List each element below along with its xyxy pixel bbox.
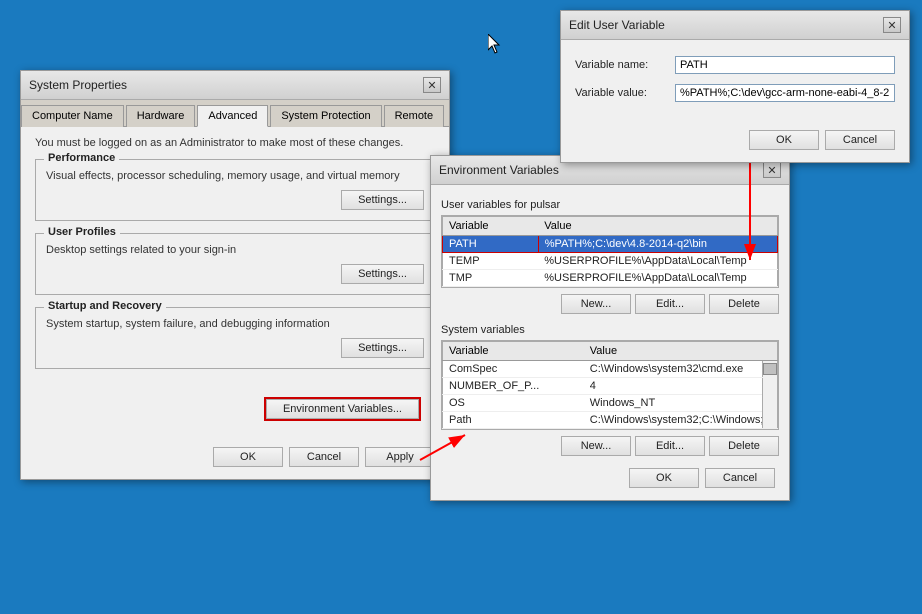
- var-name-label: Variable name:: [575, 59, 675, 71]
- edit-var-spacer2: [561, 112, 909, 122]
- sys-vars-new-button[interactable]: New...: [561, 436, 631, 456]
- sys-var-name-path: Path: [443, 412, 584, 429]
- sys-var-name-comspec: ComSpec: [443, 361, 584, 378]
- sys-var-name-num-proc: NUMBER_OF_P...: [443, 378, 584, 395]
- cursor: [488, 34, 504, 57]
- user-profiles-settings-row: Settings...: [46, 264, 424, 284]
- env-vars-button-row: OK Cancel: [431, 460, 789, 500]
- sys-vars-section-label: System variables: [441, 324, 779, 336]
- system-props-cancel-button[interactable]: Cancel: [289, 447, 359, 467]
- system-props-title: System Properties: [29, 78, 127, 92]
- user-var-name-tmp: TMP: [443, 270, 539, 287]
- tab-system-protection[interactable]: System Protection: [270, 105, 381, 127]
- sys-vars-table: Variable Value ComSpec C:\Windows\system…: [442, 341, 778, 429]
- var-value-label: Variable value:: [575, 87, 675, 99]
- env-vars-content: User variables for pulsar Variable Value…: [431, 185, 789, 460]
- performance-group: Performance Visual effects, processor sc…: [35, 159, 435, 221]
- user-var-row-temp[interactable]: TEMP %USERPROFILE%\AppData\Local\Temp: [443, 253, 778, 270]
- startup-recovery-desc: System startup, system failure, and debu…: [46, 318, 424, 330]
- edit-var-close-button[interactable]: ✕: [883, 17, 901, 33]
- system-props-tabbar: Computer Name Hardware Advanced System P…: [21, 100, 449, 127]
- user-vars-delete-button[interactable]: Delete: [709, 294, 779, 314]
- user-profiles-group: User Profiles Desktop settings related t…: [35, 233, 435, 295]
- env-vars-ok-button[interactable]: OK: [629, 468, 699, 488]
- edit-var-titlebar: Edit User Variable ✕: [561, 11, 909, 40]
- env-vars-title: Environment Variables: [439, 163, 559, 177]
- performance-settings-row: Settings...: [46, 190, 424, 210]
- env-vars-close-button[interactable]: ✕: [763, 162, 781, 178]
- var-name-row: Variable name:: [561, 56, 909, 74]
- sys-var-row-comspec[interactable]: ComSpec C:\Windows\system32\cmd.exe: [443, 361, 778, 378]
- sys-var-val-num-proc: 4: [584, 378, 763, 395]
- user-var-row-tmp[interactable]: TMP %USERPROFILE%\AppData\Local\Temp: [443, 270, 778, 287]
- sys-var-name-os: OS: [443, 395, 584, 412]
- var-name-input[interactable]: [675, 56, 895, 74]
- edit-var-title: Edit User Variable: [569, 18, 665, 32]
- edit-var-button-row: OK Cancel: [561, 122, 909, 162]
- tab-computer-name[interactable]: Computer Name: [21, 105, 124, 127]
- sys-vars-table-scroll: Variable Value ComSpec C:\Windows\system…: [441, 340, 779, 430]
- user-var-name-path: PATH: [443, 236, 539, 253]
- user-vars-section-label: User variables for pulsar: [441, 199, 779, 211]
- sys-vars-delete-button[interactable]: Delete: [709, 436, 779, 456]
- system-properties-dialog: System Properties ✕ Computer Name Hardwa…: [20, 70, 450, 480]
- user-vars-new-button[interactable]: New...: [561, 294, 631, 314]
- user-var-col-header: Variable: [443, 217, 539, 236]
- env-vars-btn-inner[interactable]: Environment Variables...: [266, 399, 419, 419]
- sys-vars-button-row: New... Edit... Delete: [441, 436, 779, 456]
- sys-var-col-header: Variable: [443, 342, 584, 361]
- arrow-indicator: [415, 430, 475, 473]
- edit-var-spacer: [561, 40, 909, 56]
- sys-var-row-os[interactable]: OS Windows_NT: [443, 395, 778, 412]
- var-value-row: Variable value:: [561, 84, 909, 102]
- system-props-button-row: OK Cancel Apply: [21, 439, 449, 479]
- sys-vars-table-wrapper: Variable Value ComSpec C:\Windows\system…: [441, 340, 779, 430]
- system-props-close-button[interactable]: ✕: [423, 77, 441, 93]
- admin-note: You must be logged on as an Administrato…: [35, 137, 435, 149]
- edit-user-var-dialog: Edit User Variable ✕ Variable name: Vari…: [560, 10, 910, 163]
- sys-vars-table-container: Variable Value ComSpec C:\Windows\system…: [441, 340, 779, 430]
- sys-val-col-header: Value: [584, 342, 763, 361]
- user-vars-button-row: New... Edit... Delete: [441, 294, 779, 314]
- sys-vars-edit-button[interactable]: Edit...: [635, 436, 705, 456]
- system-props-titlebar: System Properties ✕: [21, 71, 449, 100]
- sys-scrollbar[interactable]: [763, 361, 778, 429]
- edit-var-ok-button[interactable]: OK: [749, 130, 819, 150]
- user-vars-table: Variable Value PATH %PATH%;C:\dev\4.8-20…: [442, 216, 778, 287]
- sys-var-row-path[interactable]: Path C:\Windows\system32;C:\Windows;C:\.…: [443, 412, 778, 429]
- tab-hardware[interactable]: Hardware: [126, 105, 196, 127]
- system-props-ok-button[interactable]: OK: [213, 447, 283, 467]
- performance-desc: Visual effects, processor scheduling, me…: [46, 170, 424, 182]
- user-profiles-label: User Profiles: [44, 226, 120, 238]
- user-var-name-temp: TEMP: [443, 253, 539, 270]
- performance-settings-button[interactable]: Settings...: [341, 190, 424, 210]
- startup-recovery-settings-button[interactable]: Settings...: [341, 338, 424, 358]
- sys-var-val-comspec: C:\Windows\system32\cmd.exe: [584, 361, 763, 378]
- sys-var-val-path: C:\Windows\system32;C:\Windows;C:\...: [584, 412, 763, 429]
- env-vars-button[interactable]: Environment Variables...: [264, 397, 421, 421]
- user-var-row-path[interactable]: PATH %PATH%;C:\dev\4.8-2014-q2\bin: [443, 236, 778, 253]
- var-value-input[interactable]: [675, 84, 895, 102]
- performance-label: Performance: [44, 152, 119, 164]
- startup-recovery-settings-row: Settings...: [46, 338, 424, 358]
- env-vars-cancel-button[interactable]: Cancel: [705, 468, 775, 488]
- user-profiles-desc: Desktop settings related to your sign-in: [46, 244, 424, 256]
- edit-var-cancel-button[interactable]: Cancel: [825, 130, 895, 150]
- startup-recovery-group: Startup and Recovery System startup, sys…: [35, 307, 435, 369]
- system-props-content: You must be logged on as an Administrato…: [21, 127, 449, 391]
- user-vars-edit-button[interactable]: Edit...: [635, 294, 705, 314]
- user-vars-table-container: Variable Value PATH %PATH%;C:\dev\4.8-20…: [441, 215, 779, 288]
- sys-var-val-os: Windows_NT: [584, 395, 763, 412]
- user-profiles-settings-button[interactable]: Settings...: [341, 264, 424, 284]
- tab-remote[interactable]: Remote: [384, 105, 445, 127]
- startup-recovery-label: Startup and Recovery: [44, 300, 166, 312]
- tab-advanced[interactable]: Advanced: [197, 105, 268, 127]
- env-vars-dialog: Environment Variables ✕ User variables f…: [430, 155, 790, 501]
- sys-var-row-num-proc[interactable]: NUMBER_OF_P... 4: [443, 378, 778, 395]
- sys-scroll-header: [763, 342, 778, 361]
